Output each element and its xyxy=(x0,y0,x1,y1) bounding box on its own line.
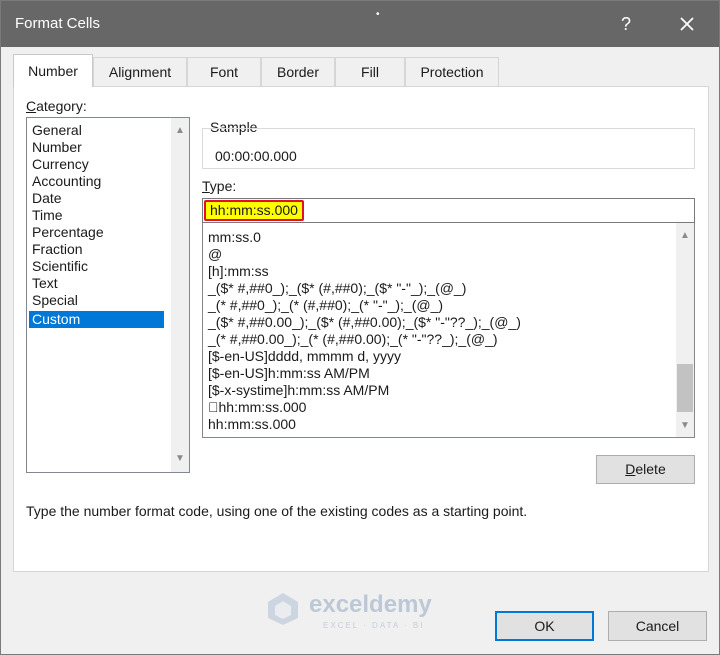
close-button[interactable] xyxy=(665,9,709,39)
sample-box: 00:00:00.000 xyxy=(202,128,695,169)
category-item-general[interactable]: General xyxy=(29,122,164,139)
scroll-down-icon[interactable]: ▼ xyxy=(676,417,694,435)
category-item-date[interactable]: Date xyxy=(29,190,164,207)
format-scrollbar[interactable]: ▲ ▼ xyxy=(676,223,694,437)
sample-value: 00:00:00.000 xyxy=(215,148,297,164)
category-label: Category: xyxy=(26,98,87,114)
tab-number[interactable]: Number xyxy=(13,54,93,87)
format-item[interactable]: _($* #,##0.00_);_($* (#,##0.00);_($* "-"… xyxy=(208,314,521,331)
exceldemy-logo-icon xyxy=(268,593,298,625)
format-item[interactable]: [h]:mm:ss xyxy=(208,263,269,280)
category-item-time[interactable]: Time xyxy=(29,207,164,224)
format-item[interactable]: mm:ss.0 xyxy=(208,229,261,246)
title-bar[interactable]: Format Cells • ? xyxy=(1,1,719,47)
format-item[interactable]: [$-en-US]h:mm:ss AM/PM xyxy=(208,365,370,382)
category-scrollbar[interactable]: ▲ ▼ xyxy=(171,118,189,472)
scrollbar-thumb[interactable] xyxy=(677,364,693,412)
format-item[interactable]: [$-en-US]dddd, mmmm d, yyyy xyxy=(208,348,401,365)
number-tab-panel: Category: General Number Currency Accoun… xyxy=(13,86,709,572)
scroll-down-icon[interactable]: ▼ xyxy=(171,450,189,468)
category-item-number[interactable]: Number xyxy=(29,139,164,156)
format-item[interactable]: _(* #,##0_);_(* (#,##0);_(* "-"_);_(@_) xyxy=(208,297,443,314)
format-item[interactable]:  hh:mm:ss.000 xyxy=(208,399,306,416)
format-item[interactable]: hh:mm:ss.000 xyxy=(208,416,296,433)
exceldemy-watermark: exceldemy EXCEL · DATA · BI xyxy=(265,591,465,631)
category-item-currency[interactable]: Currency xyxy=(29,156,164,173)
format-item[interactable]: _($* #,##0_);_($* (#,##0);_($* "-"_);_(@… xyxy=(208,280,466,297)
tab-fill[interactable]: Fill xyxy=(335,57,405,86)
watermark-name: exceldemy xyxy=(309,591,432,618)
title-dot: • xyxy=(376,9,380,20)
type-input-value[interactable]: hh:mm:ss.000 xyxy=(204,200,304,221)
tab-protection[interactable]: Protection xyxy=(405,57,499,86)
tab-border[interactable]: Border xyxy=(261,57,335,86)
tab-alignment[interactable]: Alignment xyxy=(93,57,187,86)
tab-font[interactable]: Font xyxy=(187,57,261,86)
category-item-scientific[interactable]: Scientific xyxy=(29,258,164,275)
format-cells-dialog: Format Cells • ? Number Alignment Font B… xyxy=(0,0,720,655)
type-input[interactable]: hh:mm:ss.000 xyxy=(202,198,695,223)
category-item-text[interactable]: Text xyxy=(29,275,164,292)
ok-button[interactable]: OK xyxy=(495,611,594,641)
category-item-fraction[interactable]: Fraction xyxy=(29,241,164,258)
category-item-percentage[interactable]: Percentage xyxy=(29,224,164,241)
format-list[interactable]: mm:ss.0 @ [h]:mm:ss _($* #,##0_);_($* (#… xyxy=(202,223,695,438)
format-item[interactable]: @ xyxy=(208,246,222,263)
dialog-title: Format Cells xyxy=(15,15,101,32)
category-list[interactable]: General Number Currency Accounting Date … xyxy=(26,117,190,473)
category-item-accounting[interactable]: Accounting xyxy=(29,173,164,190)
hint-text: Type the number format code, using one o… xyxy=(26,503,528,519)
category-item-custom[interactable]: Custom xyxy=(29,311,164,328)
format-item[interactable]: _(* #,##0.00_);_(* (#,##0.00);_(* "-"??_… xyxy=(208,331,498,348)
format-item[interactable]: [$-x-systime]h:mm:ss AM/PM xyxy=(208,382,389,399)
delete-button[interactable]: Delete xyxy=(596,455,695,484)
cancel-button[interactable]: Cancel xyxy=(608,611,707,641)
close-icon xyxy=(680,17,694,31)
category-item-special[interactable]: Special xyxy=(29,292,164,309)
type-label: Type: xyxy=(202,178,237,194)
scroll-up-icon[interactable]: ▲ xyxy=(171,122,189,140)
help-button[interactable]: ? xyxy=(606,9,646,39)
watermark-tagline: EXCEL · DATA · BI xyxy=(323,621,425,630)
scroll-up-icon[interactable]: ▲ xyxy=(676,227,694,245)
